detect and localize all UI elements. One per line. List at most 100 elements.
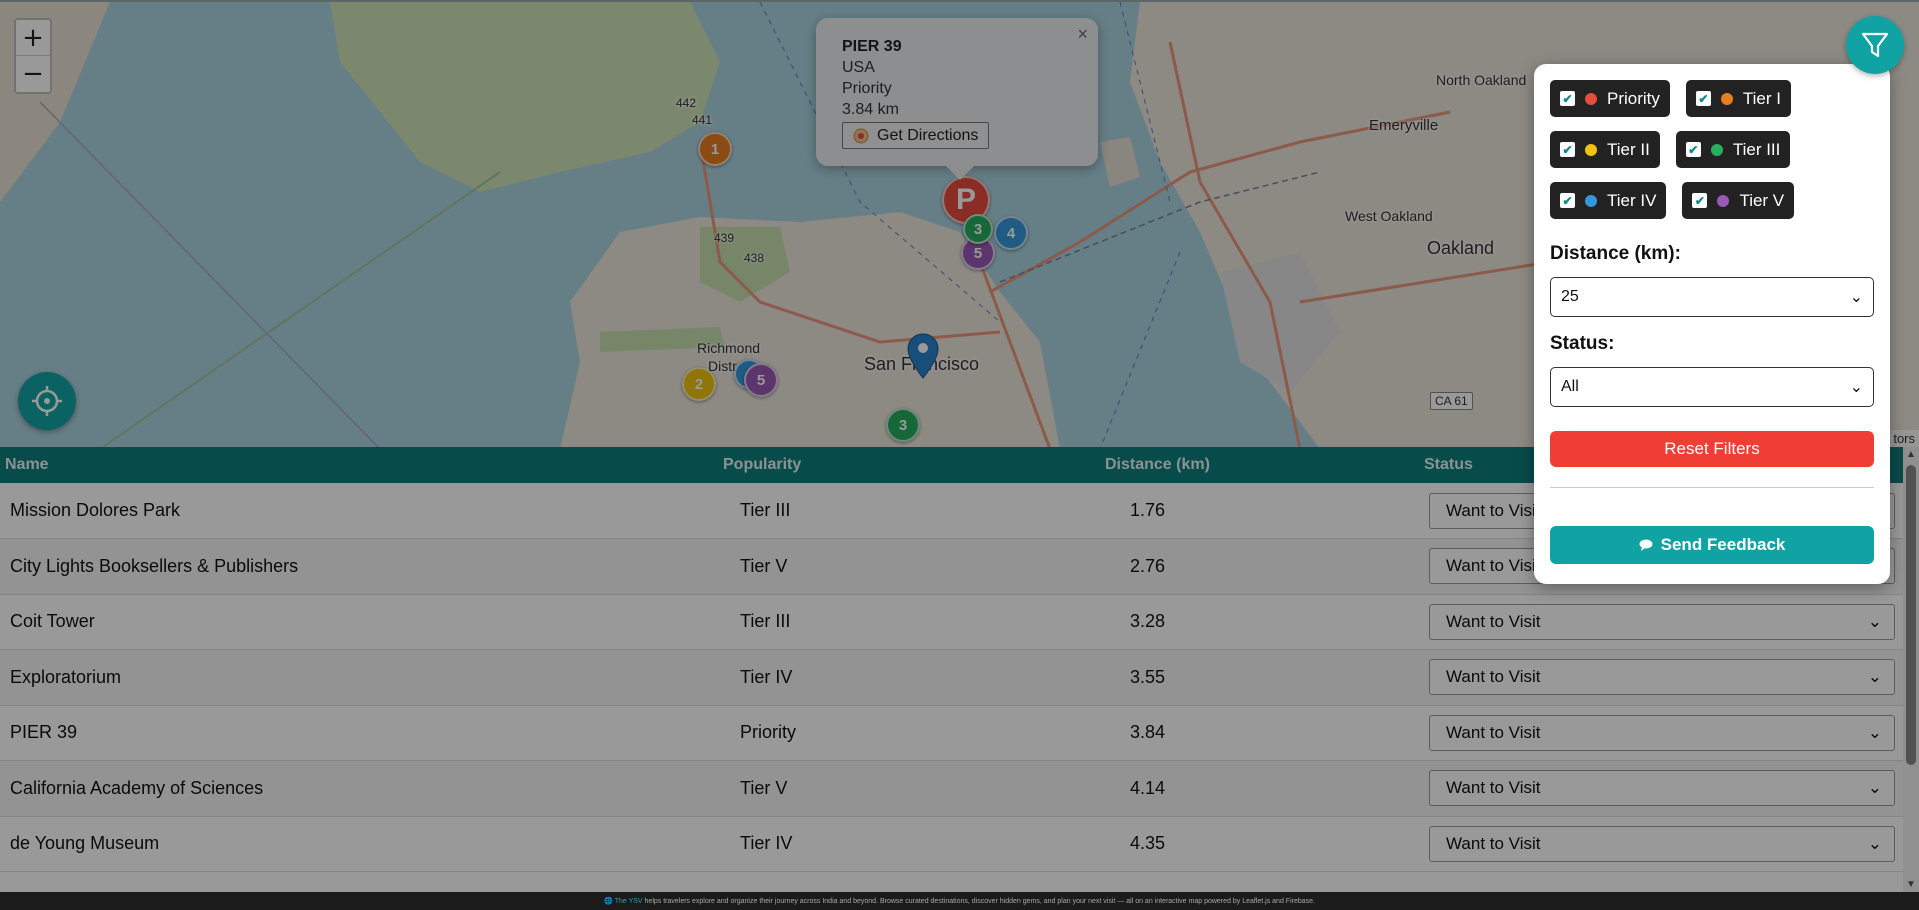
filter-chip-tier-iv[interactable]: ✔ Tier IV [1550,182,1667,219]
chevron-down-icon: ⌄ [1849,379,1863,396]
checkbox-checked-icon[interactable]: ✔ [1692,193,1708,208]
chevron-down-icon: ⌄ [1867,778,1882,798]
status-dropdown[interactable]: Want to Visit ⌄ [1429,603,1895,640]
category-filter-chips: ✔ Priority ✔ Tier I ✔ Tier II ✔ Tier III ✔ Tier I… [1550,80,1874,219]
status-label: Status: [1550,333,1615,354]
popup-close-button[interactable]: × [1077,24,1088,45]
label-road-441: 441 [692,113,713,127]
map-marker[interactable]: 3 [963,214,993,244]
label-west-oakland: West Oakland [1345,208,1433,224]
filter-chip-tier-v[interactable]: ✔ Tier V [1682,182,1795,219]
category-color-dot [1585,143,1597,156]
distance-select-value: 25 [1561,288,1579,305]
status-dropdown-value: Want to Visit [1446,722,1541,742]
popup-category: Priority [842,80,892,97]
panel-divider [1550,487,1874,488]
chevron-down-icon: ⌄ [1867,722,1882,742]
status-dropdown-value: Want to Visit [1446,778,1541,798]
place-distance: 4.14 [1130,777,1166,798]
scroll-down-icon[interactable]: ▼ [1906,879,1916,890]
scroll-up-icon[interactable]: ▲ [1906,449,1916,460]
table-row[interactable]: de Young Museum Tier IV 4.35 Want to Visit ⌄ [0,816,1903,872]
status-dropdown[interactable]: Want to Visit ⌄ [1429,825,1895,862]
locate-button[interactable] [18,372,76,430]
footer-globe-icon: 🌐 [604,898,615,905]
marker-popup: × PIER 39 USA Priority 3.84 km Get Direc… [816,18,1098,180]
filter-chip-label: Tier V [1739,190,1785,210]
footer: 🌐 The YSV helps travelers explore and or… [0,892,1919,910]
distance-label: Distance (km): [1550,243,1681,264]
category-color-dot [1585,92,1597,105]
table-row[interactable]: California Academy of Sciences Tier V 4.14… [0,760,1903,816]
place-distance: 4.35 [1130,833,1166,854]
place-popularity: Tier V [740,777,788,798]
checkbox-checked-icon[interactable]: ✔ [1685,142,1701,157]
checkbox-checked-icon[interactable]: ✔ [1560,142,1575,157]
label-road-438: 438 [744,251,765,265]
zoom-control: + − [14,18,52,94]
place-name: de Young Museum [10,833,160,854]
zoom-in-button[interactable]: + [16,20,50,56]
chevron-down-icon: ⌄ [1867,611,1882,631]
map-marker[interactable]: 2 [682,367,716,401]
place-popularity: Tier IV [740,666,793,687]
map-marker[interactable]: 3 [886,408,920,442]
checkbox-checked-icon[interactable]: ✔ [1560,91,1575,106]
category-color-dot [1710,143,1723,156]
get-directions-label: Get Directions [877,127,979,144]
crosshair-icon [32,386,62,416]
send-feedback-button[interactable]: Send Feedback [1550,526,1874,564]
place-popularity: Tier IV [740,833,793,854]
table-scrollbar[interactable]: ▲ ▼ [1903,447,1919,892]
filter-toggle-button[interactable] [1846,16,1904,74]
footer-brand[interactable]: The YSV [615,898,643,905]
checkbox-checked-icon[interactable]: ✔ [1695,91,1711,106]
place-popularity: Tier III [740,611,791,632]
table-row[interactable]: PIER 39 Priority 3.84 Want to Visit ⌄ [0,705,1903,761]
get-directions-button[interactable]: Get Directions [842,122,990,149]
status-select-value: All [1561,378,1579,395]
place-distance: 2.76 [1130,555,1166,576]
filter-funnel-icon [1861,32,1889,58]
map-marker[interactable]: 5 [744,363,778,397]
popup-country: USA [842,59,875,76]
table-row[interactable]: Exploratorium Tier IV 3.55 Want to Visit ⌄ [0,649,1903,705]
label-emeryville: Emeryville [1369,117,1439,134]
send-feedback-label: Send Feedback [1660,535,1786,554]
filter-chip-tier-iii[interactable]: ✔ Tier III [1675,131,1791,168]
app-root: San Francisco Richmond Distr Oakland Wes… [0,0,1919,910]
distance-select[interactable]: 25 ⌄ [1550,277,1874,317]
place-name: Coit Tower [10,611,95,632]
header-name[interactable]: Name [0,447,718,483]
filter-panel: ✔ Priority ✔ Tier I ✔ Tier II ✔ Tier III ✔ Tier I… [1534,64,1890,584]
speech-bubble-icon [1639,539,1653,551]
category-color-dot [1720,92,1733,105]
popup-distance: 3.84 km [842,101,899,118]
location-pin-icon[interactable] [906,332,940,382]
status-dropdown[interactable]: Want to Visit ⌄ [1429,770,1895,807]
place-distance: 3.28 [1130,611,1166,632]
popup-title: PIER 39 [842,38,902,55]
header-popularity[interactable]: Popularity [718,447,1100,483]
filter-chip-tier-i[interactable]: ✔ Tier I [1685,80,1791,117]
place-name: Mission Dolores Park [10,500,181,520]
map-attribution[interactable]: tors [1889,430,1919,447]
status-dropdown[interactable]: Want to Visit ⌄ [1429,659,1895,696]
filter-chip-label: Priority [1607,88,1660,108]
label-ca61: CA 61 [1430,392,1473,410]
map-marker[interactable]: 1 [698,132,732,166]
header-distance[interactable]: Distance (km) [1100,447,1419,483]
status-select[interactable]: All ⌄ [1550,367,1874,407]
filter-chip-tier-ii[interactable]: ✔ Tier II [1550,131,1660,168]
scrollbar-thumb[interactable] [1906,465,1916,765]
filter-chip-priority[interactable]: ✔ Priority [1550,80,1670,117]
label-richmond: Richmond [697,340,761,356]
map-marker[interactable]: 4 [994,216,1028,250]
status-dropdown-value: Want to Visit [1446,667,1541,687]
table-row[interactable]: Coit Tower Tier III 3.28 Want to Visit ⌄ [0,594,1903,650]
zoom-out-button[interactable]: − [16,56,50,92]
status-dropdown[interactable]: Want to Visit ⌄ [1429,714,1895,751]
label-road-442: 442 [676,96,697,110]
checkbox-checked-icon[interactable]: ✔ [1560,193,1575,208]
reset-filters-button[interactable]: Reset Filters [1550,431,1874,467]
